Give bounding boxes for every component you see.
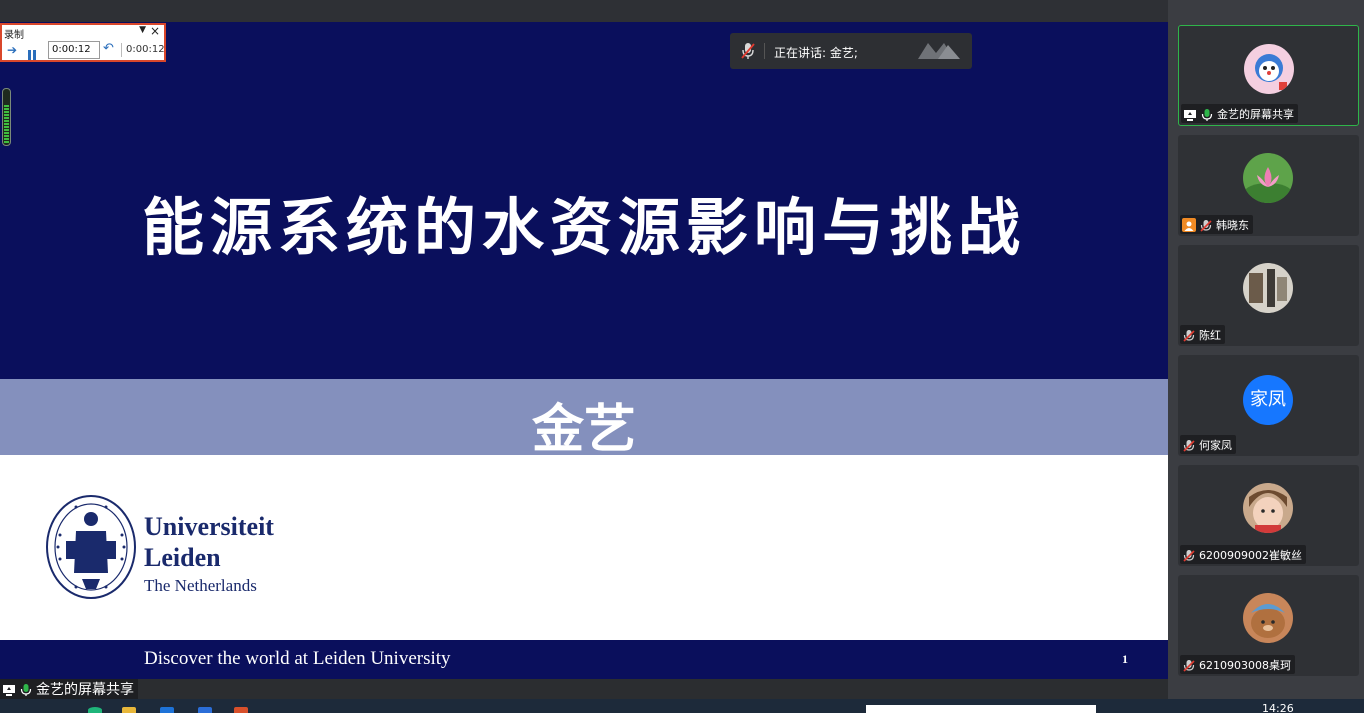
audio-level-meter <box>2 88 11 146</box>
participant-tile[interactable]: 金艺的屏幕共享 <box>1178 25 1359 126</box>
slide-footer-text: Discover the world at Leiden University <box>144 648 451 669</box>
slide-author: 金艺 <box>531 399 636 460</box>
participant-nameplate: 6200909002崔敏丝 <box>1180 545 1306 564</box>
university-country: The Netherlands <box>144 576 257 595</box>
powerpoint-icon[interactable] <box>234 707 248 713</box>
arrow-right-icon[interactable]: ➔ <box>7 43 17 57</box>
slide-author-band: 金艺 <box>0 379 1168 460</box>
mic-muted-icon <box>740 42 756 60</box>
participant-name: 金艺的屏幕共享 <box>1217 107 1294 121</box>
participant-tile[interactable]: 6210903008桌珂 <box>1178 575 1359 676</box>
speaker-divider <box>764 43 765 59</box>
mic-muted-icon <box>1199 218 1213 232</box>
participant-nameplate: 6210903008桌珂 <box>1180 655 1295 674</box>
participant-nameplate: 金艺的屏幕共享 <box>1181 104 1298 123</box>
mic-muted-icon <box>1182 328 1196 342</box>
mic-muted-icon <box>1182 438 1196 452</box>
tencent-meeting-logo-icon <box>916 41 962 61</box>
recording-time-field[interactable]: 0:00:12 <box>48 41 100 59</box>
participant-name: 6200909002崔敏丝 <box>1199 548 1302 562</box>
bear-avatar <box>1243 593 1293 643</box>
university-wordmark: Universiteit Leiden The Netherlands <box>144 511 274 596</box>
participant-nameplate: 韩晓东 <box>1180 215 1253 234</box>
mic-on-icon <box>19 682 33 696</box>
slide-title: 能源系统的水资源影响与挑战 <box>141 191 1026 264</box>
slide-page-number: 1 <box>1122 652 1128 666</box>
university-name-line1: Universiteit <box>144 512 274 541</box>
top-bar <box>0 0 1168 22</box>
windows-taskbar <box>0 699 1364 713</box>
mic-muted-icon <box>1182 658 1196 672</box>
screen-share-label: 金艺的屏幕共享 <box>0 679 138 699</box>
participant-name: 陈红 <box>1199 328 1221 342</box>
taskbar-clock: 14:26 <box>1262 702 1294 713</box>
triangle-down-icon[interactable]: ▼ <box>139 25 146 35</box>
participant-tile[interactable]: 6200909002崔敏丝 <box>1178 465 1359 566</box>
lotus-avatar <box>1243 153 1293 203</box>
toolbar-divider <box>121 43 122 57</box>
screen-share-label-text: 金艺的屏幕共享 <box>36 682 134 698</box>
speaking-indicator: 正在讲话: 金艺; <box>730 33 972 69</box>
pause-icon[interactable] <box>28 45 38 60</box>
recording-toolbar[interactable]: 录制 ▼ × ➔ 0:00:12 ↶ 0:00:12 <box>0 23 166 62</box>
cartoon-avatar <box>1244 44 1294 94</box>
university-name-line2: Leiden <box>144 543 221 572</box>
participants-panel: 金艺的屏幕共享 韩晓东 陈红 家凤 何家凤 6200909002崔敏丝 6210… <box>1168 0 1364 713</box>
folder-icon[interactable] <box>122 707 136 713</box>
leiden-seal-logo <box>46 495 136 599</box>
app-icon[interactable] <box>88 707 102 713</box>
undo-icon[interactable]: ↶ <box>103 41 114 56</box>
mic-muted-icon <box>1182 548 1196 562</box>
mic-on-icon <box>1200 107 1214 121</box>
taskbar-search-box[interactable] <box>866 705 1096 713</box>
close-icon[interactable]: × <box>150 24 160 38</box>
participant-tile[interactable]: 陈红 <box>1178 245 1359 346</box>
text-avatar: 家凤 <box>1243 375 1293 425</box>
participant-name: 韩晓东 <box>1216 218 1249 232</box>
slide-title-area: 能源系统的水资源影响与挑战 <box>0 22 1168 379</box>
slide-footer: Discover the world at Leiden University … <box>0 640 1168 679</box>
word-icon[interactable] <box>198 707 212 713</box>
participant-tile[interactable]: 韩晓东 <box>1178 135 1359 236</box>
recording-elapsed-time: 0:00:12 <box>126 44 165 55</box>
speaking-now-text: 正在讲话: 金艺; <box>774 46 858 60</box>
meeting-window: 能源系统的水资源影响与挑战 金艺 Universiteit Leiden The… <box>0 0 1364 713</box>
participant-name: 6210903008桌珂 <box>1199 658 1291 672</box>
host-icon <box>1182 217 1196 232</box>
screen-share-icon <box>1183 107 1197 121</box>
screen-share-icon <box>2 682 16 696</box>
recorder-title: 录制 <box>4 30 24 41</box>
participant-name: 何家凤 <box>1199 438 1232 452</box>
photo-avatar <box>1243 263 1293 313</box>
participant-nameplate: 陈红 <box>1180 325 1225 344</box>
audio-level-fill <box>4 105 9 143</box>
participant-nameplate: 何家凤 <box>1180 435 1236 454</box>
shared-slide: 能源系统的水资源影响与挑战 金艺 Universiteit Leiden The… <box>0 22 1168 679</box>
child-avatar <box>1243 483 1293 533</box>
store-icon[interactable] <box>160 707 174 713</box>
participant-tile[interactable]: 家凤 何家凤 <box>1178 355 1359 456</box>
